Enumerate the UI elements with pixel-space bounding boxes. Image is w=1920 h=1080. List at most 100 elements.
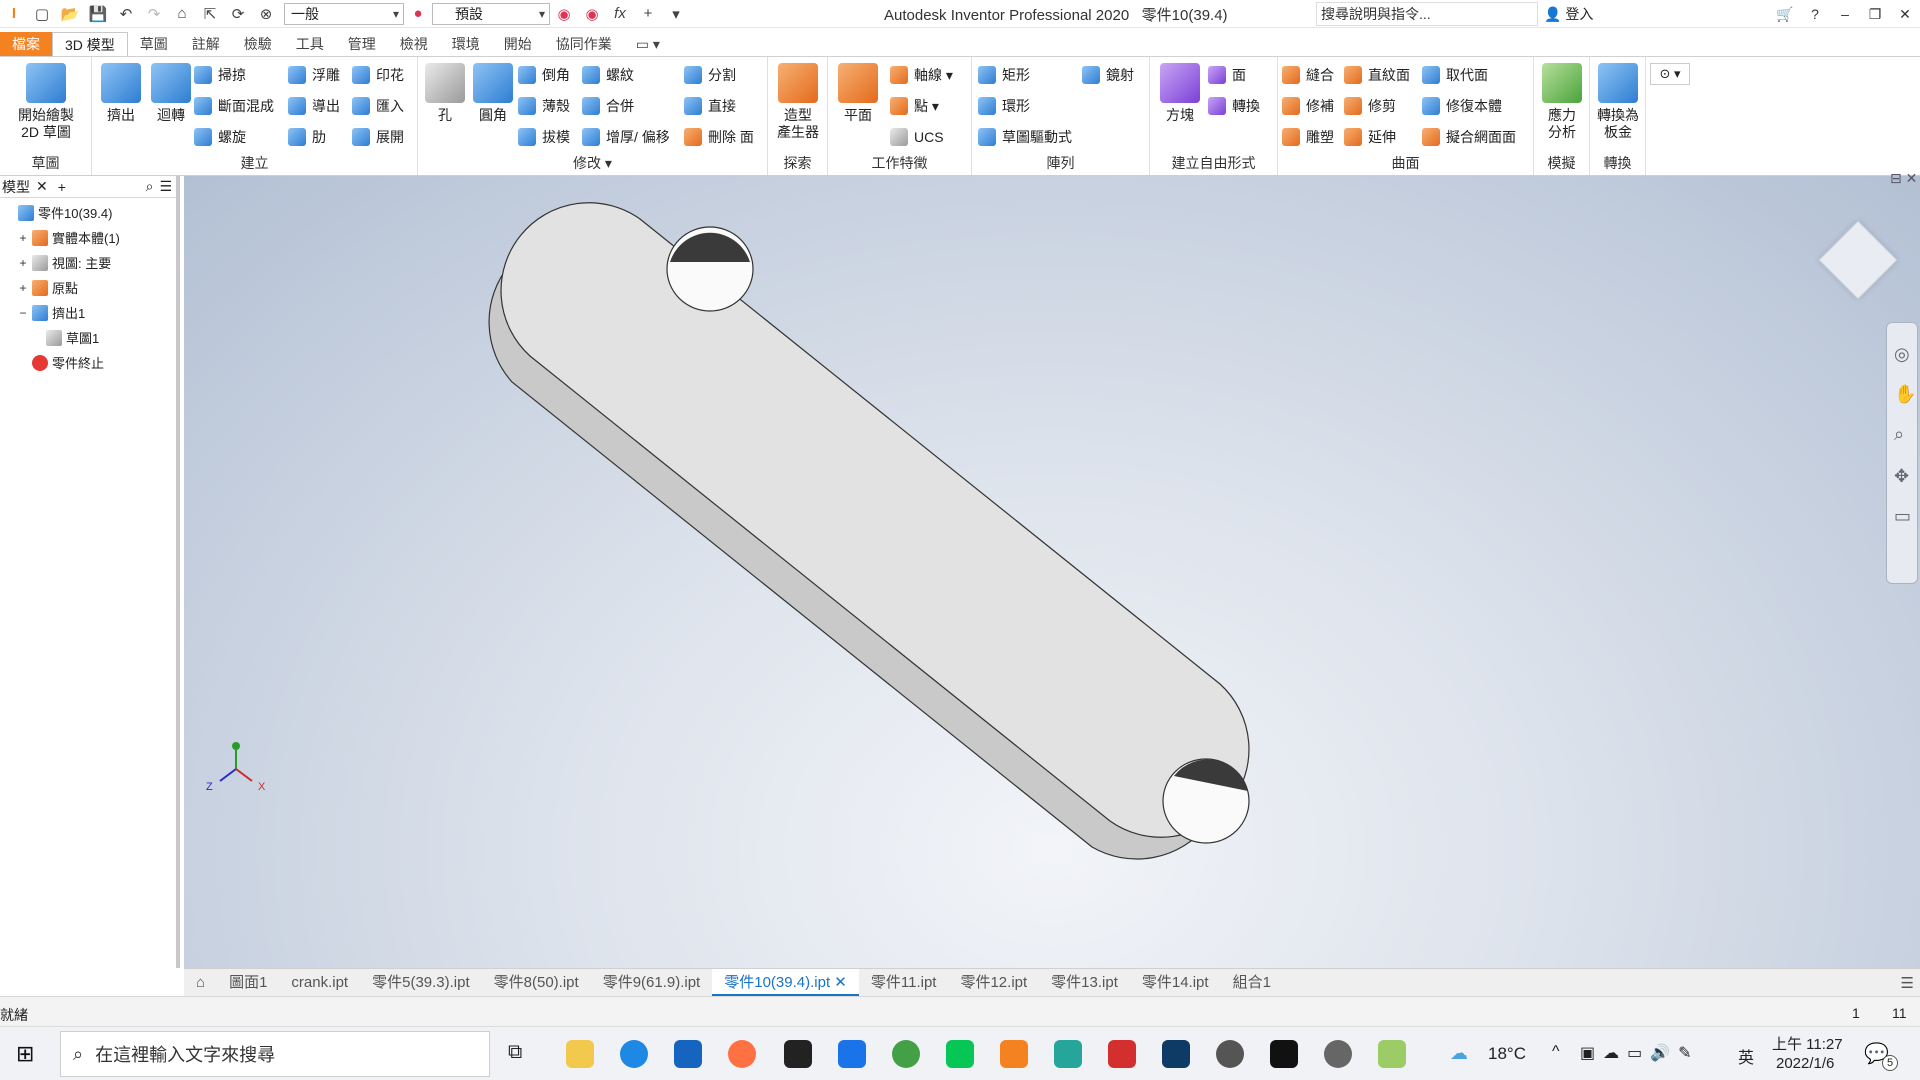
tab-annotate[interactable]: 註解 <box>180 32 232 56</box>
tab-manage[interactable]: 管理 <box>336 32 388 56</box>
update-icon[interactable]: ⟳ <box>226 2 250 26</box>
document-tab[interactable]: 零件5(39.3).ipt <box>360 969 482 997</box>
draft-button[interactable]: 拔模 <box>518 125 570 149</box>
weather-icon[interactable]: ☁ <box>1450 1043 1468 1064</box>
tab-file[interactable]: 檔案 <box>0 32 52 56</box>
expand-icon[interactable]: + <box>18 281 28 295</box>
extend-button[interactable]: 延伸 <box>1344 125 1396 149</box>
tab-view[interactable]: 檢視 <box>388 32 440 56</box>
document-tab[interactable]: 組合1 <box>1221 969 1283 997</box>
home-icon[interactable]: ⌂ <box>170 2 194 26</box>
orbit-icon[interactable]: ✥ <box>1894 466 1909 487</box>
acrobat-icon[interactable] <box>1108 1040 1136 1068</box>
adjust-icon[interactable]: ◉ <box>552 2 576 26</box>
document-tab[interactable]: 零件8(50).ipt <box>482 969 591 997</box>
expand-icon[interactable]: + <box>18 231 28 245</box>
file-explorer-icon[interactable] <box>566 1040 594 1068</box>
tab-environments[interactable]: 環境 <box>440 32 492 56</box>
emboss-button[interactable]: 浮雕 <box>288 63 340 87</box>
browser-tab-model[interactable]: 模型 <box>2 177 30 197</box>
appearance-dropdown[interactable]: 預設 <box>432 2 550 25</box>
tree-node[interactable]: 零件終止 <box>0 350 176 375</box>
browser-menu-icon[interactable]: ☰ <box>159 178 172 195</box>
ucs-button[interactable]: UCS <box>890 125 944 149</box>
open-icon[interactable]: 📂 <box>58 2 82 26</box>
stress-analysis-button[interactable]: 應力 分析 <box>1536 61 1588 141</box>
convert-freeform-button[interactable]: 轉換 <box>1208 94 1260 118</box>
cad-tool-icon[interactable] <box>1054 1040 1082 1068</box>
redo-icon[interactable]: ↷ <box>142 2 166 26</box>
start-2d-sketch-button[interactable]: 開始繪製 2D 草圖 <box>4 61 88 141</box>
hole-button[interactable]: 孔 <box>420 61 470 124</box>
document-tab[interactable]: crank.ipt <box>279 969 360 997</box>
help-search-input[interactable]: 搜尋說明與指令... <box>1316 2 1538 26</box>
look-at-icon[interactable]: ▭ <box>1894 506 1911 527</box>
ribbon-extras-dropdown[interactable]: ⊙ ▾ <box>1650 63 1690 85</box>
tree-node[interactable]: + 原點 <box>0 275 176 300</box>
task-view-icon[interactable]: ⧉ <box>508 1041 522 1064</box>
plane-button[interactable]: 平面 <box>834 61 882 124</box>
tab-tools[interactable]: 工具 <box>284 32 336 56</box>
decal-button[interactable]: 印花 <box>352 63 404 87</box>
new-icon[interactable]: ▢ <box>30 2 54 26</box>
tree-node[interactable]: − 擠出1 <box>0 300 176 325</box>
point-button[interactable]: 點 ▾ <box>890 94 939 118</box>
inventor-taskbar-icon[interactable] <box>1000 1040 1028 1068</box>
document-tab[interactable]: 零件13.ipt <box>1039 969 1130 997</box>
chrome-icon[interactable] <box>892 1040 920 1068</box>
paint-icon[interactable] <box>1378 1040 1406 1068</box>
cart-icon[interactable]: 🛒 <box>1770 0 1800 28</box>
plus-icon[interactable]: + <box>636 2 660 26</box>
mirror-button[interactable]: 鏡射 <box>1082 63 1134 87</box>
full-navigation-wheel-icon[interactable]: ◎ <box>1894 344 1910 365</box>
derive-button[interactable]: 導出 <box>288 94 340 118</box>
fit-mesh-face-button[interactable]: 擬合網面面 <box>1422 125 1516 149</box>
loft-button[interactable]: 斷面混成 <box>194 94 274 118</box>
customize-icon[interactable]: ▾ <box>664 2 688 26</box>
document-tab[interactable]: 零件12.ipt <box>948 969 1039 997</box>
coil-button[interactable]: 螺旋 <box>194 125 246 149</box>
trim-button[interactable]: 修剪 <box>1344 94 1396 118</box>
delete-face-button[interactable]: 刪除 面 <box>684 125 754 149</box>
sculpt-button[interactable]: 雕塑 <box>1282 125 1334 149</box>
edge-icon[interactable] <box>620 1040 648 1068</box>
tray-chevron-icon[interactable]: ^ <box>1552 1043 1560 1061</box>
thread-button[interactable]: 螺紋 <box>582 63 634 87</box>
tab-get-started[interactable]: 開始 <box>492 32 544 56</box>
shape-generator-button[interactable]: 造型 產生器 <box>772 61 824 141</box>
document-tab[interactable]: 零件11.ipt <box>859 969 949 997</box>
repair-bodies-button[interactable]: 修復本體 <box>1422 94 1502 118</box>
crank-link-part[interactable] <box>488 202 1250 860</box>
face-button[interactable]: 面 <box>1208 63 1246 87</box>
inventor-logo-icon[interactable]: I <box>2 2 26 26</box>
line-icon[interactable] <box>946 1040 974 1068</box>
shell-button[interactable]: 薄殼 <box>518 94 570 118</box>
tree-node[interactable]: + 實體本體(1) <box>0 225 176 250</box>
style-dropdown[interactable]: 一般 <box>284 2 404 25</box>
fx-icon[interactable]: fx <box>608 2 632 26</box>
thicken-button[interactable]: 增厚/ 偏移 <box>582 125 670 149</box>
graphics-viewport[interactable]: ◎ ✋ ⌕ ✥ ▭ ⊟ ✕ Z X <box>184 170 1920 968</box>
unfold-button[interactable]: 展開 <box>352 125 404 149</box>
zoom-icon[interactable]: ⌕ <box>1894 424 1904 445</box>
ime-indicator[interactable]: 英 <box>1738 1044 1754 1068</box>
temperature[interactable]: 18°C <box>1488 1044 1526 1064</box>
close-tab-icon[interactable]: ✕ <box>36 178 48 195</box>
combine-button[interactable]: 合併 <box>582 94 634 118</box>
pan-icon[interactable]: ✋ <box>1894 384 1916 405</box>
tab-3d-model[interactable]: 3D 模型 <box>52 31 128 57</box>
rectangular-pattern-button[interactable]: 矩形 <box>978 63 1030 87</box>
help-icon[interactable]: ? <box>1800 0 1830 28</box>
rib-button[interactable]: 肋 <box>288 125 326 149</box>
start-button[interactable]: ⊞ <box>16 1041 34 1067</box>
firefox-icon[interactable] <box>728 1040 756 1068</box>
tab-sketch[interactable]: 草圖 <box>128 32 180 56</box>
clock-date[interactable]: 2022/1/6 <box>1776 1055 1834 1072</box>
add-tab-icon[interactable]: + <box>58 179 66 195</box>
mail-icon[interactable] <box>674 1040 702 1068</box>
code-editor-icon[interactable] <box>1162 1040 1190 1068</box>
settings-icon[interactable] <box>1216 1040 1244 1068</box>
close-icon[interactable]: ✕ <box>1890 0 1920 28</box>
dropbox-icon[interactable] <box>838 1040 866 1068</box>
save-icon[interactable]: 💾 <box>86 2 110 26</box>
